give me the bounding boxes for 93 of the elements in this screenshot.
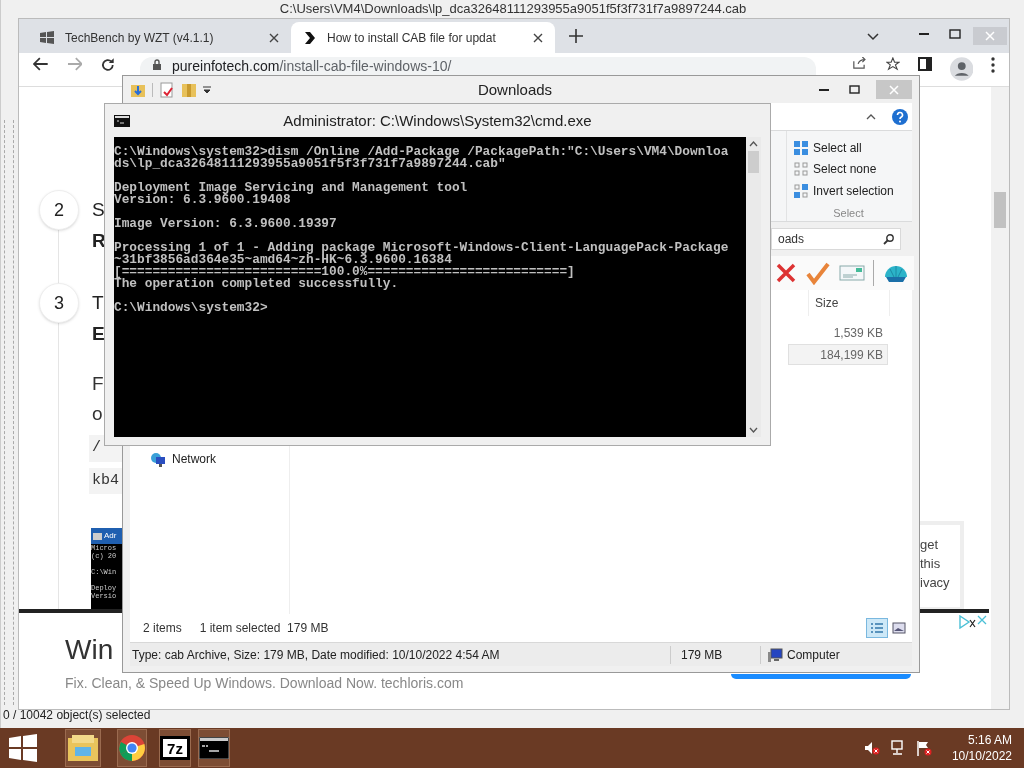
console-output: C:\Windows\system32>dism /Online /Add-Package /PackagePath:"C:\Users\VM4\Downloa ds\lp_dca32648111293955a9051f5f3f731f7a9897244.cab" Deployment Image Servicing and Management tool Version: 6.3.9600.19408 Image Version: 6.3.9600.19397 Processing 1 of 1 - Adding package Microsoft-Windows-Client-LanguagePack-Package ~31bf3856ad364e35~amd64~zh-HK~6.3.9600.16384 [==========================100.0%==========================] The operation completed successfully. C:\Windows\system32> bbox=[114, 137, 746, 437]
selection-info: 1 item selected 179 MB bbox=[199, 620, 329, 637]
step-text: T bbox=[92, 291, 105, 315]
paragraph-text: F bbox=[92, 372, 105, 396]
ribbon-button[interactable]: Invert selection bbox=[793, 180, 904, 202]
lock-icon bbox=[152, 59, 162, 71]
close-icon bbox=[889, 84, 899, 95]
computer-icon bbox=[767, 647, 783, 662]
step-number: 3 bbox=[39, 283, 79, 323]
network-icon bbox=[150, 451, 166, 467]
new-tab-icon[interactable] bbox=[569, 29, 583, 43]
reload-icon[interactable] bbox=[100, 57, 116, 73]
menu-icon[interactable] bbox=[991, 57, 995, 73]
scroll-thumb[interactable] bbox=[748, 151, 759, 173]
taskbar-button[interactable]: 7z bbox=[159, 729, 191, 767]
popup-text: this bbox=[920, 555, 942, 573]
back-icon[interactable] bbox=[33, 57, 49, 71]
item-count: 2 items bbox=[143, 620, 182, 637]
windows-logo-icon bbox=[39, 29, 55, 46]
file-details: Type: cab Archive, Size: 179 MB, Date modified: 10/10/2022 4:54 AM bbox=[131, 646, 501, 664]
delete-icon[interactable] bbox=[775, 262, 797, 284]
taskbar-button[interactable] bbox=[117, 729, 147, 767]
folder-icon bbox=[67, 734, 99, 762]
maximize-icon[interactable] bbox=[949, 29, 961, 39]
step-text: E bbox=[92, 322, 105, 346]
side-panel-icon[interactable] bbox=[917, 57, 932, 71]
ad-headline: Win bbox=[65, 633, 114, 667]
chevron-logo-icon bbox=[303, 30, 317, 45]
dropdown-icon[interactable] bbox=[203, 85, 211, 94]
app-logo: 7z bbox=[160, 736, 190, 760]
close-icon[interactable] bbox=[269, 32, 279, 43]
url-path: /install-cab-file-windows-10/ bbox=[279, 58, 452, 74]
ribbon-group-label: Select bbox=[832, 205, 865, 221]
close-icon bbox=[985, 31, 995, 41]
scroll-up-icon bbox=[749, 141, 758, 147]
window-title: Downloads bbox=[477, 80, 553, 98]
console-icon bbox=[93, 532, 102, 540]
file-size: 179 MB bbox=[670, 645, 760, 664]
select-icon bbox=[793, 182, 809, 199]
star-icon[interactable] bbox=[886, 57, 900, 71]
address-bar[interactable]: pureinfotech.com/install-cab-file-windows-10/ bbox=[140, 57, 817, 75]
ad-text: Fix. Clean, & Speed Up Windows. Download Now. techloris.com bbox=[65, 674, 464, 693]
search-icon bbox=[883, 233, 894, 245]
status-text: 0 / 10042 object(s) selected bbox=[3, 708, 151, 722]
share-icon[interactable] bbox=[852, 57, 869, 69]
select-icon bbox=[793, 139, 809, 156]
ribbon-button[interactable]: Select all bbox=[793, 137, 904, 159]
ribbon-button[interactable]: Select none bbox=[793, 158, 904, 180]
window-title: Administrator: C:\Windows\System32\cmd.exe bbox=[283, 111, 592, 129]
size-cell[interactable]: 1,539 KB bbox=[788, 322, 888, 343]
scroll-down-icon bbox=[749, 427, 758, 433]
console-icon bbox=[114, 114, 130, 127]
chrome-icon bbox=[118, 734, 146, 762]
chevron-down-icon[interactable] bbox=[867, 33, 879, 41]
minimize-icon[interactable] bbox=[819, 88, 829, 91]
step-text: R bbox=[92, 229, 106, 253]
clock-time: 5:16 AM bbox=[967, 732, 1012, 748]
console-icon bbox=[199, 737, 229, 759]
properties-icon[interactable] bbox=[159, 81, 175, 98]
nav-item[interactable]: Network bbox=[150, 450, 289, 468]
popup-text: ivacy bbox=[920, 574, 951, 592]
search-field[interactable]: oads bbox=[771, 228, 901, 250]
clock-date: 10/10/2022 bbox=[951, 748, 1012, 764]
step-text: S bbox=[92, 198, 106, 222]
checkmark-icon[interactable] bbox=[805, 261, 831, 285]
maximize-icon[interactable] bbox=[849, 85, 860, 94]
column-header[interactable]: Size bbox=[808, 290, 890, 316]
speaker-muted-icon[interactable] bbox=[863, 741, 880, 755]
select-icon bbox=[793, 161, 809, 178]
screenshot-title: Adr bbox=[104, 530, 117, 542]
profile-icon[interactable] bbox=[949, 57, 974, 81]
collapse-ribbon-icon[interactable] bbox=[866, 113, 876, 120]
window-title: C:\Users\VM4\Downloads\lp_dca32648111293955a9051f5f3f731f7a9897244.cab bbox=[279, 1, 747, 16]
step-number: 2 bbox=[39, 190, 79, 230]
popup-text: get bbox=[920, 536, 940, 554]
thumbnail-view-icon[interactable] bbox=[892, 622, 906, 634]
close-icon[interactable] bbox=[533, 32, 543, 43]
taskbar-button[interactable] bbox=[198, 729, 230, 767]
flag-icon[interactable] bbox=[915, 740, 932, 756]
zone-label: Computer bbox=[787, 646, 840, 664]
paragraph-text: o bbox=[92, 402, 104, 426]
scrollbar[interactable] bbox=[746, 137, 761, 437]
network-icon[interactable] bbox=[889, 740, 906, 756]
ad-choices-icon[interactable] bbox=[959, 615, 987, 629]
browser-tab[interactable]: How to install CAB file for updat bbox=[291, 22, 555, 53]
scrollbar[interactable] bbox=[991, 87, 1009, 709]
browser-tab[interactable]: TechBench by WZT (v4.1.1) bbox=[27, 22, 291, 53]
help-icon[interactable] bbox=[892, 108, 908, 125]
details-view-icon bbox=[870, 622, 884, 634]
url-host: pureinfotech.com bbox=[172, 58, 280, 74]
size-cell[interactable]: 184,199 KB bbox=[788, 344, 888, 365]
details-view-button[interactable] bbox=[866, 618, 888, 638]
start-icon[interactable] bbox=[8, 733, 38, 763]
